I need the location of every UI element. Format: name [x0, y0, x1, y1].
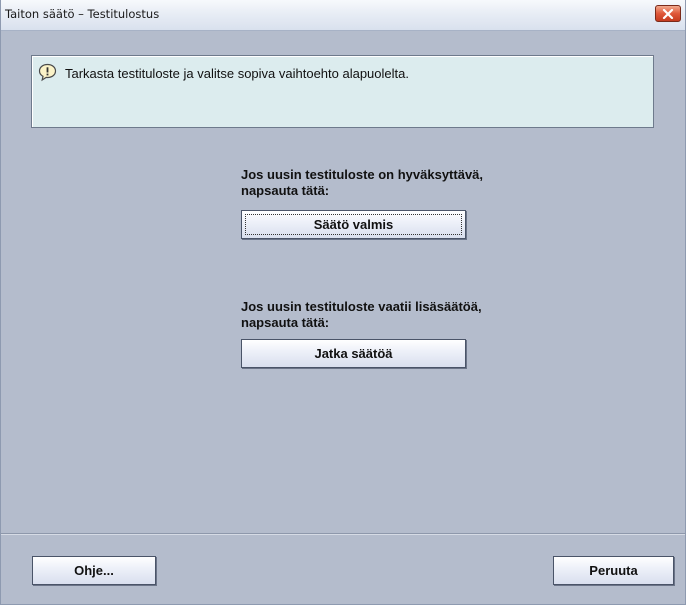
info-message-text: Tarkasta testituloste ja valitse sopiva … [65, 66, 409, 81]
cancel-button-label: Peruuta [589, 563, 638, 578]
done-prompt-line1: Jos uusin testituloste on hyväksyttävä, [241, 167, 484, 182]
info-message-box: Tarkasta testituloste ja valitse sopiva … [31, 55, 654, 128]
continue-adjustment-button[interactable]: Jatka säätöä [241, 339, 466, 368]
close-button[interactable] [655, 5, 681, 22]
speech-bubble-exclamation-icon [38, 63, 57, 82]
focus-ring [245, 214, 462, 235]
continue-prompt: Jos uusin testituloste vaatii lisäsäätöä… [241, 299, 482, 331]
help-button-label: Ohje... [74, 563, 114, 578]
dialog-window: Taiton säätö – Testitulostus Tarkasta te… [0, 0, 686, 605]
done-prompt-line2: napsauta tätä: [241, 183, 330, 198]
title-bar[interactable]: Taiton säätö – Testitulostus [1, 0, 685, 31]
adjustment-done-button[interactable]: Säätö valmis [241, 210, 466, 239]
continue-prompt-line2: napsauta tätä: [241, 315, 330, 330]
done-prompt: Jos uusin testituloste on hyväksyttävä, … [241, 167, 483, 199]
help-button[interactable]: Ohje... [32, 556, 156, 585]
footer-divider [1, 533, 685, 535]
cancel-button[interactable]: Peruuta [553, 556, 674, 585]
window-title: Taiton säätö – Testitulostus [5, 7, 160, 21]
close-icon [662, 8, 674, 19]
continue-prompt-line1: Jos uusin testituloste vaatii lisäsäätöä… [241, 299, 482, 314]
continue-adjustment-label: Jatka säätöä [314, 346, 393, 361]
